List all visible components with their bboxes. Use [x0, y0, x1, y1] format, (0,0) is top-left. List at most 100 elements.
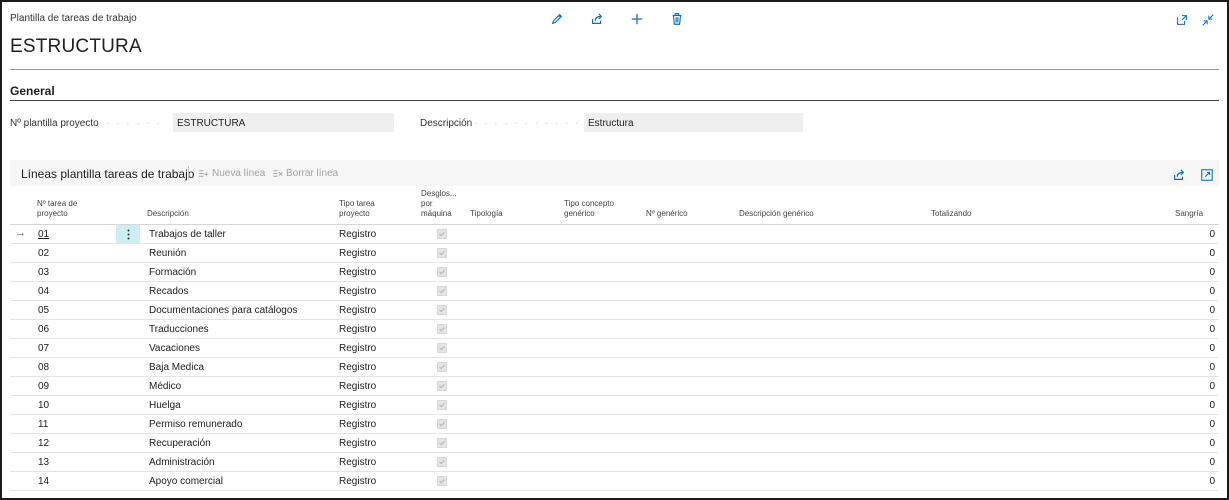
column-header-generic-description[interactable]: Descripción genérico: [739, 209, 814, 219]
description-cell[interactable]: Médico: [149, 381, 181, 392]
task-no-cell[interactable]: 06: [38, 324, 49, 335]
indentation-cell[interactable]: 0: [1209, 248, 1215, 259]
task-type-cell[interactable]: Registro: [339, 267, 376, 278]
delete-icon[interactable]: [668, 10, 686, 28]
breakdown-checkbox[interactable]: [437, 438, 447, 448]
lines-title[interactable]: Líneas plantilla tareas de trabajo: [21, 167, 194, 181]
breakdown-checkbox[interactable]: [437, 267, 447, 277]
breakdown-checkbox[interactable]: [437, 324, 447, 334]
delete-line-button[interactable]: Borrar línea: [272, 168, 338, 179]
indentation-cell[interactable]: 0: [1209, 457, 1215, 468]
column-header-breakdown[interactable]: Desglos... por máquina: [421, 189, 459, 219]
add-icon[interactable]: [628, 10, 646, 28]
section-title-general[interactable]: General: [10, 84, 55, 98]
table-row[interactable]: 11 Permiso remunerado Registro 0: [10, 415, 1219, 434]
description-cell[interactable]: Formación: [149, 267, 196, 278]
breakdown-checkbox[interactable]: [437, 343, 447, 353]
description-cell[interactable]: Traducciones: [149, 324, 209, 335]
breakdown-checkbox[interactable]: [437, 305, 447, 315]
task-type-cell[interactable]: Registro: [339, 381, 376, 392]
task-no-cell[interactable]: 02: [38, 248, 49, 259]
task-no-cell[interactable]: 13: [38, 457, 49, 468]
description-cell[interactable]: Huelga: [149, 400, 181, 411]
indentation-cell[interactable]: 0: [1209, 286, 1215, 297]
indentation-cell[interactable]: 0: [1209, 362, 1215, 373]
description-cell[interactable]: Permiso remunerado: [149, 419, 242, 430]
table-row[interactable]: 05 Documentaciones para catálogos Registro…: [10, 301, 1219, 320]
breakdown-checkbox[interactable]: [437, 419, 447, 429]
indentation-cell[interactable]: 0: [1209, 343, 1215, 354]
indentation-cell[interactable]: 0: [1209, 381, 1215, 392]
task-type-cell[interactable]: Registro: [339, 476, 376, 487]
expand-icon[interactable]: [1198, 166, 1216, 184]
table-row[interactable]: → 01 Trabajos de taller Registro 0: [10, 225, 1219, 244]
table-row[interactable]: 13 Administración Registro 0: [10, 453, 1219, 472]
indentation-cell[interactable]: 0: [1209, 476, 1215, 487]
task-no-cell[interactable]: 01: [38, 229, 49, 240]
task-no-cell[interactable]: 12: [38, 438, 49, 449]
description-cell[interactable]: Apoyo comercial: [149, 476, 223, 487]
table-row[interactable]: 06 Traducciones Registro 0: [10, 320, 1219, 339]
description-field[interactable]: Estructura: [584, 113, 803, 132]
task-no-cell[interactable]: 09: [38, 381, 49, 392]
indentation-cell[interactable]: 0: [1209, 400, 1215, 411]
task-type-cell[interactable]: Registro: [339, 248, 376, 259]
column-header-typology[interactable]: Tipología: [470, 209, 503, 219]
task-type-cell[interactable]: Registro: [339, 438, 376, 449]
task-type-cell[interactable]: Registro: [339, 286, 376, 297]
column-header-generic-no[interactable]: Nº genérico: [646, 209, 688, 219]
description-cell[interactable]: Documentaciones para catálogos: [149, 305, 297, 316]
description-cell[interactable]: Reunión: [149, 248, 186, 259]
table-row[interactable]: 03 Formación Registro 0: [10, 263, 1219, 282]
column-header-totaling[interactable]: Totalizando: [931, 209, 971, 219]
indentation-cell[interactable]: 0: [1209, 438, 1215, 449]
breakdown-checkbox[interactable]: [437, 286, 447, 296]
table-row[interactable]: 04 Recados Registro 0: [10, 282, 1219, 301]
collapse-icon[interactable]: [1199, 11, 1217, 29]
task-type-cell[interactable]: Registro: [339, 343, 376, 354]
task-type-cell[interactable]: Registro: [339, 457, 376, 468]
description-cell[interactable]: Recuperación: [149, 438, 211, 449]
breakdown-checkbox[interactable]: [437, 381, 447, 391]
task-no-cell[interactable]: 07: [38, 343, 49, 354]
table-row[interactable]: 09 Médico Registro 0: [10, 377, 1219, 396]
column-header-task-type[interactable]: Tipo tarea proyecto: [339, 199, 393, 219]
description-cell[interactable]: Baja Medica: [149, 362, 204, 373]
task-type-cell[interactable]: Registro: [339, 229, 376, 240]
description-cell[interactable]: Administración: [149, 457, 215, 468]
task-no-cell[interactable]: 05: [38, 305, 49, 316]
indentation-cell[interactable]: 0: [1209, 305, 1215, 316]
column-header-task-no[interactable]: Nº tarea de proyecto: [37, 199, 97, 219]
task-type-cell[interactable]: Registro: [339, 400, 376, 411]
table-row[interactable]: 02 Reunión Registro 0: [10, 244, 1219, 263]
column-header-indentation[interactable]: Sangría: [1175, 209, 1203, 219]
indentation-cell[interactable]: 0: [1209, 419, 1215, 430]
share-icon[interactable]: [588, 10, 606, 28]
description-cell[interactable]: Trabajos de taller: [149, 229, 226, 240]
row-actions-button[interactable]: [116, 225, 140, 243]
open-new-window-icon[interactable]: [1173, 11, 1191, 29]
table-row[interactable]: 10 Huelga Registro 0: [10, 396, 1219, 415]
task-type-cell[interactable]: Registro: [339, 362, 376, 373]
task-no-cell[interactable]: 11: [38, 419, 48, 430]
task-type-cell[interactable]: Registro: [339, 305, 376, 316]
task-type-cell[interactable]: Registro: [339, 324, 376, 335]
description-cell[interactable]: Vacaciones: [149, 343, 200, 354]
breakdown-checkbox[interactable]: [437, 476, 447, 486]
breakdown-checkbox[interactable]: [437, 362, 447, 372]
task-no-cell[interactable]: 10: [38, 400, 49, 411]
description-cell[interactable]: Recados: [149, 286, 188, 297]
task-no-cell[interactable]: 14: [38, 476, 49, 487]
task-no-cell[interactable]: 04: [38, 286, 49, 297]
indentation-cell[interactable]: 0: [1209, 267, 1215, 278]
template-no-field[interactable]: ESTRUCTURA: [173, 113, 394, 132]
column-header-description[interactable]: Descripción: [147, 209, 189, 219]
task-type-cell[interactable]: Registro: [339, 419, 376, 430]
task-no-cell[interactable]: 03: [38, 267, 49, 278]
breakdown-checkbox[interactable]: [437, 229, 447, 239]
breakdown-checkbox[interactable]: [437, 400, 447, 410]
new-line-button[interactable]: Nueva línea: [198, 168, 265, 179]
indentation-cell[interactable]: 0: [1209, 229, 1215, 240]
table-row[interactable]: 12 Recuperación Registro 0: [10, 434, 1219, 453]
share-icon[interactable]: [1170, 166, 1188, 184]
